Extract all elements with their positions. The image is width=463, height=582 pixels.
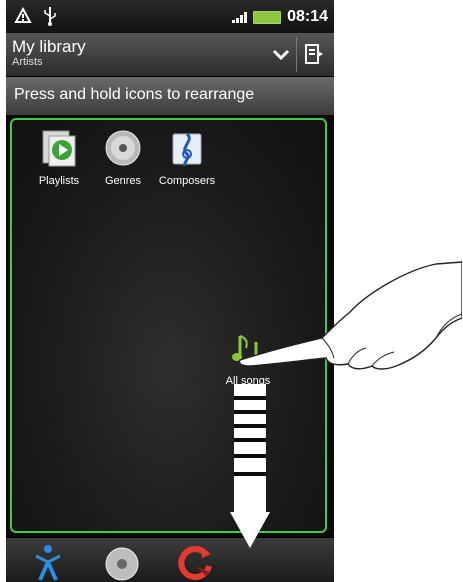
tile-playlists[interactable]: Playlists: [24, 128, 94, 187]
genres-icon: [105, 130, 141, 166]
clock: 08:14: [287, 8, 328, 25]
composers-icon: [172, 132, 202, 167]
status-bar: 08:14: [6, 0, 334, 33]
signal-icon: [232, 11, 248, 23]
pointing-hand-icon: [238, 261, 462, 370]
tile-composers[interactable]: Composers: [152, 128, 222, 187]
tile-label: Genres: [104, 175, 142, 187]
page-title: My library: [12, 37, 86, 56]
drag-down-arrow: [230, 384, 270, 548]
usb-icon: [44, 7, 56, 26]
rearrange-hint: Press and hold icons to rearrange: [6, 77, 334, 115]
bottom-tab-bar: [6, 537, 334, 582]
tile-label: Composers: [158, 175, 216, 187]
albums-icon[interactable]: [102, 542, 142, 582]
artists-icon[interactable]: [28, 542, 68, 582]
tile-genres[interactable]: Genres: [88, 128, 158, 187]
chevron-down-icon[interactable]: [270, 43, 292, 65]
battery-icon: [253, 10, 282, 24]
hint-text: Press and hold icons to rearrange: [14, 86, 255, 103]
page-subtitle: Artists: [12, 56, 43, 68]
tile-label: Playlists: [38, 175, 80, 187]
warning-icon: [14, 7, 32, 23]
recently-played-icon[interactable]: [176, 542, 216, 582]
playlists-icon: [42, 130, 76, 167]
library-header[interactable]: My library Artists: [6, 33, 334, 77]
header-divider: [296, 37, 297, 72]
queue-icon[interactable]: [302, 42, 326, 66]
